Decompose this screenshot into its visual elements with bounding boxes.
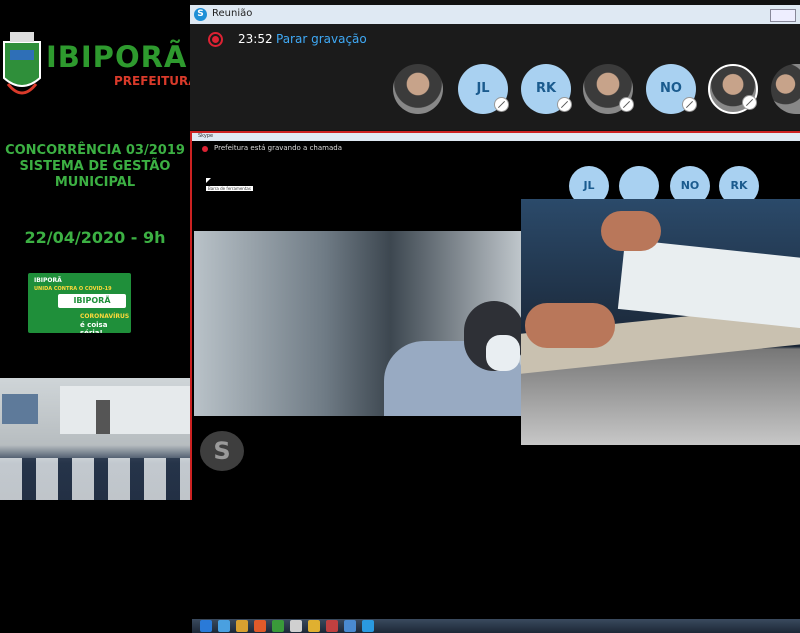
- banner-brand: IBIPORÃ: [58, 294, 126, 308]
- document: [617, 239, 800, 329]
- skype-window: S Reunião 23:52 Parar gravação JL RK NO: [190, 0, 800, 633]
- participant-avatar[interactable]: [708, 64, 758, 114]
- city-logo: IBIPORÃ PREFEITURA: [0, 18, 198, 108]
- muted-mic-icon: [494, 97, 509, 112]
- screen-share-icon: [742, 95, 757, 110]
- muted-mic-icon: [682, 97, 697, 112]
- participant-avatar[interactable]: [771, 64, 800, 114]
- media-icon[interactable]: [254, 620, 266, 632]
- participant-avatar[interactable]: [393, 64, 443, 114]
- mouse-cursor-icon: [206, 178, 211, 183]
- city-subtitle: PREFEITURA: [114, 74, 198, 88]
- video-feed-masked-person[interactable]: [194, 231, 521, 416]
- tender-line-2: SISTEMA DE GESTÃO: [19, 159, 171, 174]
- folder-icon[interactable]: [236, 620, 248, 632]
- participant-initials: JL: [476, 81, 490, 96]
- broadcast-overlay-panel: IBIPORÃ PREFEITURA CONCORRÊNCIA 03/2019 …: [0, 0, 198, 500]
- tender-line-3: MUNICIPAL: [54, 175, 136, 190]
- app-icon[interactable]: [326, 620, 338, 632]
- minimize-button[interactable]: [770, 9, 796, 22]
- call-header: 23:52 Parar gravação JL RK NO: [190, 24, 800, 130]
- inner-titlebar: Skype: [192, 133, 800, 141]
- stop-recording-link[interactable]: Parar gravação: [276, 32, 367, 46]
- app-icon[interactable]: [308, 620, 320, 632]
- video-feed-document-signing[interactable]: [521, 199, 800, 445]
- muted-mic-icon: [557, 97, 572, 112]
- skype-logo-icon: S: [200, 431, 244, 471]
- participant-initials: JL: [583, 179, 595, 192]
- record-icon[interactable]: [208, 32, 223, 47]
- app-icon[interactable]: [272, 620, 284, 632]
- app-icon[interactable]: [290, 620, 302, 632]
- recording-dot-icon: [202, 146, 208, 152]
- app-icon[interactable]: [344, 620, 356, 632]
- ie-icon[interactable]: [218, 620, 230, 632]
- participant-initials: NO: [660, 81, 682, 96]
- participant-avatar[interactable]: JL: [458, 64, 509, 114]
- banner-line-3: CORONAVÍRUS: [80, 313, 130, 320]
- inner-window-title: Skype: [198, 133, 214, 139]
- participant-initials: RK: [535, 81, 557, 96]
- participant-initials: NO: [680, 179, 700, 192]
- covid-banner: IBIPORÃ UNIDA CONTRA O COVID-19 IBIPORÃ …: [28, 273, 131, 333]
- banner-line-2: UNIDA CONTRA O COVID-19: [34, 286, 112, 292]
- session-date: 22/04/2020 - 9h: [24, 228, 166, 247]
- window-titlebar: S Reunião: [190, 5, 800, 24]
- shared-screen-call: Skype Prefeitura está gravando a chamada…: [190, 131, 800, 633]
- banner-line-4: é coisa séria!: [80, 321, 108, 333]
- participant-initials: RK: [730, 179, 748, 192]
- room-projection-screen: [2, 394, 38, 424]
- call-timer: 23:52: [238, 32, 273, 46]
- city-crest-icon: [3, 32, 41, 95]
- recording-notice: Prefeitura está gravando a chamada: [214, 144, 342, 152]
- start-icon[interactable]: [200, 620, 212, 632]
- tooltip: Barra de ferramentas: [206, 186, 253, 191]
- city-name: IBIPORÃ: [46, 40, 188, 74]
- participant-avatar[interactable]: RK: [521, 64, 572, 114]
- tender-title: CONCORRÊNCIA 03/2019 SISTEMA DE GESTÃO M…: [0, 143, 190, 191]
- tender-line-1: CONCORRÊNCIA 03/2019: [5, 143, 185, 158]
- skype-icon: S: [194, 8, 207, 21]
- muted-mic-icon: [619, 97, 634, 112]
- banner-line-1: IBIPORÃ: [34, 277, 62, 284]
- taskbar: [192, 619, 800, 633]
- face-mask: [486, 335, 520, 371]
- window-title: Reunião: [212, 8, 253, 19]
- skype-taskbar-icon[interactable]: [362, 620, 374, 632]
- meeting-room-camera: [0, 378, 190, 500]
- participant-avatar[interactable]: NO: [646, 64, 697, 114]
- participant-avatar[interactable]: [583, 64, 634, 114]
